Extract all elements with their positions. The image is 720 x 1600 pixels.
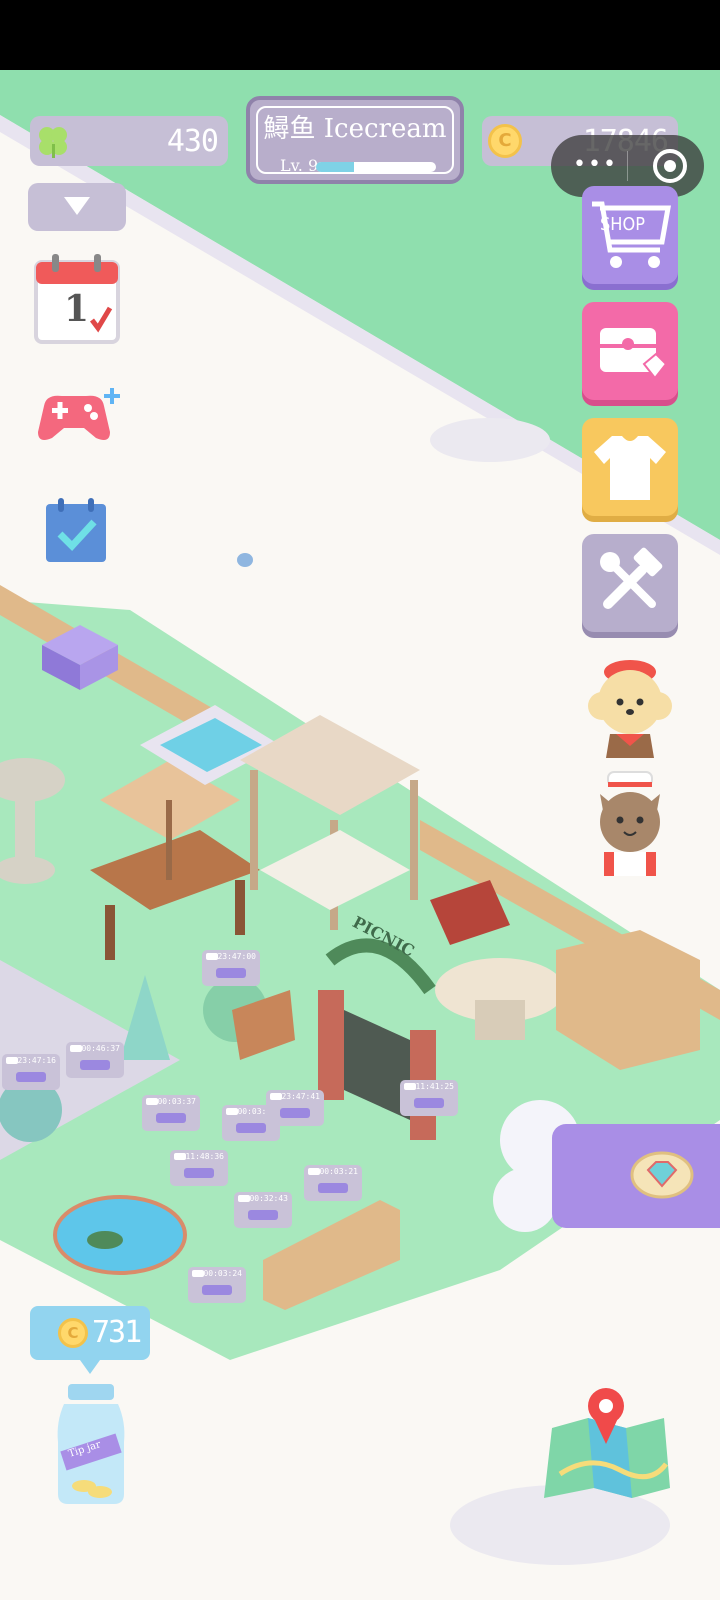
pond bbox=[53, 1195, 187, 1275]
timer-badge[interactable]: 00:03:37 bbox=[142, 1095, 200, 1131]
timer-badge[interactable]: 23:47:16 bbox=[2, 1054, 60, 1090]
coin-icon: C bbox=[58, 1318, 88, 1348]
player-level: Lv. 9 bbox=[280, 156, 319, 175]
treasure-button[interactable] bbox=[582, 302, 678, 400]
tip-jar-bubble[interactable]: C 731 bbox=[30, 1306, 150, 1374]
tasks-button[interactable] bbox=[44, 496, 108, 564]
wardrobe-button[interactable] bbox=[582, 418, 678, 516]
diamond-icon bbox=[630, 1151, 694, 1199]
tip-jar[interactable]: Tip jar bbox=[54, 1382, 128, 1506]
xp-bar bbox=[316, 162, 436, 172]
treasure-chest-icon bbox=[600, 328, 668, 380]
tools-icon bbox=[600, 547, 663, 609]
timer-badge[interactable]: 23:47:41 bbox=[266, 1090, 324, 1126]
timer-badge[interactable]: 11:41:25 bbox=[400, 1080, 458, 1116]
cat-chef-icon bbox=[600, 771, 660, 876]
dog-chef-icon bbox=[588, 660, 672, 758]
player-profile[interactable]: 鱘鱼 Icecream Lv. 9 bbox=[246, 96, 464, 184]
clover-icon bbox=[39, 127, 67, 158]
minigame-button[interactable] bbox=[34, 386, 122, 446]
close-target-icon[interactable] bbox=[653, 149, 687, 183]
diamond-offer-button[interactable] bbox=[552, 1124, 720, 1228]
tip-jar-coins: 731 bbox=[92, 1315, 142, 1350]
visitor-dog-avatar[interactable] bbox=[582, 650, 678, 758]
clover-count: 430 bbox=[166, 124, 219, 159]
shop-button[interactable]: SHOP bbox=[582, 186, 678, 284]
collapse-menu-button[interactable] bbox=[28, 183, 126, 231]
build-tools-button[interactable] bbox=[582, 534, 678, 632]
world-map-button[interactable] bbox=[540, 1384, 674, 1506]
more-icon[interactable]: ••• bbox=[573, 154, 618, 176]
map-icon bbox=[544, 1388, 670, 1498]
timer-badge[interactable]: 11:48:36 bbox=[170, 1150, 228, 1186]
gamepad-icon bbox=[38, 388, 120, 440]
status-bar bbox=[0, 0, 720, 70]
player-name: 鱘鱼 Icecream bbox=[263, 114, 447, 144]
checklist-icon bbox=[46, 498, 106, 562]
visitor-cat-avatar[interactable] bbox=[590, 768, 670, 876]
timer-badge[interactable]: 00:46:37 bbox=[66, 1042, 124, 1078]
clover-counter[interactable]: 430 bbox=[30, 116, 228, 166]
cart-icon bbox=[592, 201, 671, 268]
timer-badge[interactable]: 00:03:24 bbox=[188, 1267, 246, 1303]
timer-badge[interactable]: 00:03:21 bbox=[304, 1165, 362, 1201]
daily-checkin-button[interactable]: 1 bbox=[34, 252, 120, 344]
shirt-icon bbox=[594, 436, 666, 500]
timer-badge[interactable]: 23:47:00 bbox=[202, 950, 260, 986]
coin-icon: C bbox=[488, 124, 522, 158]
timer-badge[interactable]: 00:32:43 bbox=[234, 1192, 292, 1228]
calendar-day: 1 bbox=[64, 288, 90, 330]
